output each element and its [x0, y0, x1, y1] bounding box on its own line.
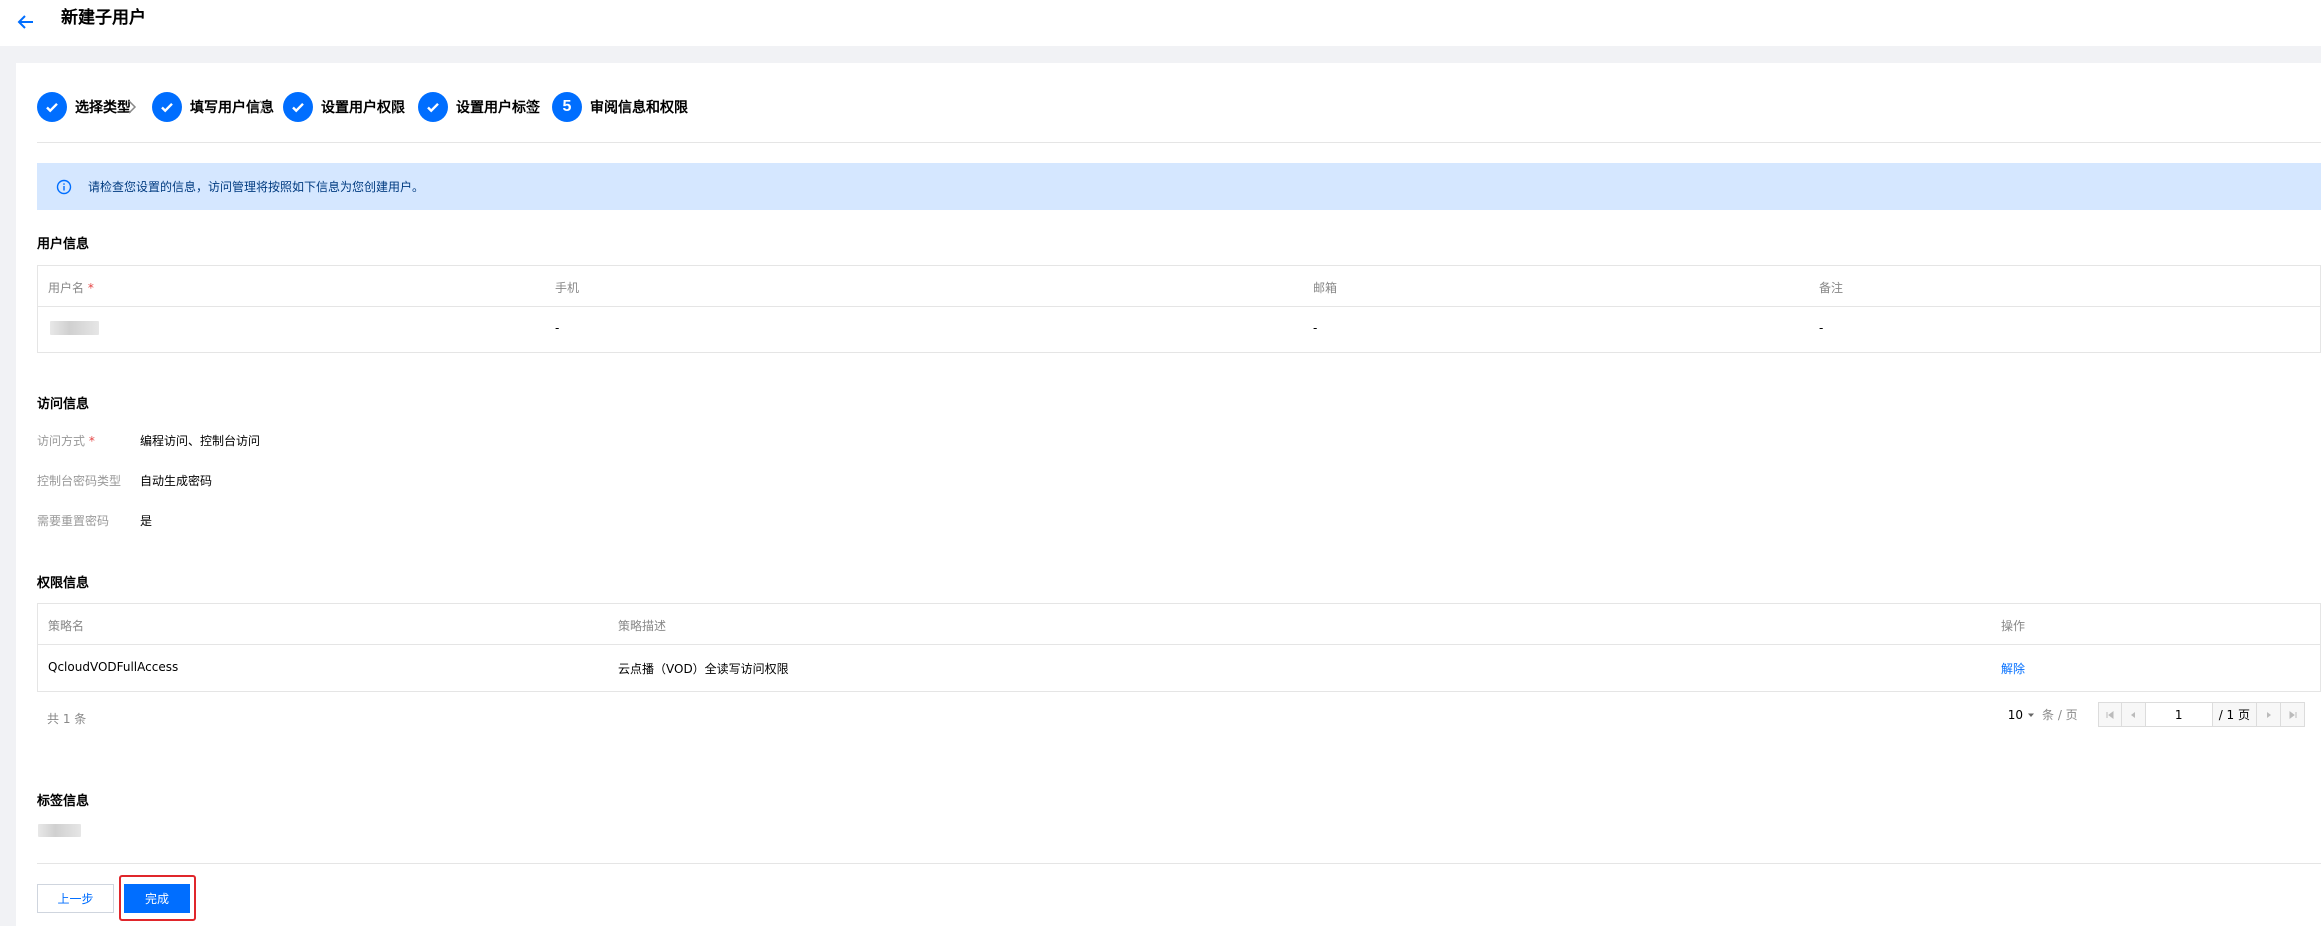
step-review: 5 审阅信息和权限: [552, 92, 688, 122]
main-card: 选择类型 填写用户信息 设置用户权限 设置用户标签 5 审阅信息和权限 请检查您…: [16, 63, 2321, 926]
total-pages: / 1 页: [2211, 702, 2257, 727]
chevron-right-icon: [392, 100, 401, 114]
info-icon: [56, 179, 72, 194]
column-header: 邮箱: [1313, 281, 1338, 295]
page-number-input[interactable]: [2145, 702, 2212, 727]
caret-down-icon: [2028, 713, 2034, 717]
first-page-icon: [2106, 710, 2114, 719]
column-header: 策略名: [48, 619, 85, 633]
arrow-left-icon[interactable]: [14, 10, 38, 34]
step-select-type: 选择类型: [37, 92, 131, 122]
table-header: 用户名 * 手机 邮箱 备注: [38, 266, 2320, 307]
page-size-unit: 条 / 页: [2042, 708, 2078, 722]
top-bar: 新建子用户: [0, 0, 2321, 46]
info-alert: 请检查您设置的信息，访问管理将按照如下信息为您创建用户。: [37, 163, 2321, 210]
last-page-button[interactable]: [2281, 702, 2305, 727]
column-header: 用户名 *: [48, 281, 94, 295]
policy-name: QcloudVODFullAccess: [48, 660, 179, 674]
password-type-label: 控制台密码类型: [37, 474, 122, 488]
check-icon: [152, 92, 182, 122]
column-header: 备注: [1819, 281, 1844, 295]
check-icon: [37, 92, 67, 122]
remark-value: -: [1819, 321, 1824, 335]
alert-text: 请检查您设置的信息，访问管理将按照如下信息为您创建用户。: [88, 180, 425, 194]
step-label: 审阅信息和权限: [590, 100, 688, 116]
next-page-button[interactable]: [2257, 702, 2281, 727]
section-title-permission-info: 权限信息: [37, 576, 90, 591]
user-info-table: 用户名 * 手机 邮箱 备注 - - -: [37, 265, 2321, 353]
next-page-icon: [2266, 711, 2271, 718]
column-header: 策略描述: [618, 619, 667, 633]
column-header: 手机: [555, 281, 580, 295]
reset-password-label: 需要重置密码: [37, 514, 110, 528]
first-page-button[interactable]: [2097, 702, 2122, 727]
divider: [37, 863, 2321, 864]
table-header: 策略名 策略描述 操作: [38, 604, 2320, 645]
section-title-tag-info: 标签信息: [37, 794, 90, 809]
total-count: 共 1 条: [47, 712, 87, 726]
chevron-right-icon: [128, 100, 137, 114]
table-row: QcloudVODFullAccess 云点播（VOD）全读写访问权限 解除: [38, 645, 2320, 692]
section-title-access-info: 访问信息: [37, 397, 90, 412]
step-number: 5: [552, 92, 582, 122]
previous-step-button[interactable]: 上一步: [37, 884, 114, 913]
policy-description: 云点播（VOD）全读写访问权限: [618, 662, 789, 676]
prev-page-icon: [2131, 711, 2136, 718]
section-title-user-info: 用户信息: [37, 237, 90, 252]
access-method-label: 访问方式 *: [37, 434, 95, 448]
detach-policy-link[interactable]: 解除: [2001, 660, 2025, 677]
phone-value: -: [555, 321, 560, 335]
page-size-select[interactable]: 10: [2008, 708, 2036, 722]
check-icon: [418, 92, 448, 122]
column-header: 操作: [2001, 619, 2026, 633]
policy-table: 策略名 策略描述 操作 QcloudVODFullAccess 云点播（VOD）…: [37, 603, 2321, 692]
email-value: -: [1313, 321, 1318, 335]
done-button[interactable]: 完成: [124, 884, 190, 913]
chevron-right-icon: [527, 100, 536, 114]
check-icon: [283, 92, 313, 122]
chevron-right-icon: [259, 100, 268, 114]
redacted-username: [50, 321, 99, 335]
divider: [37, 142, 2321, 143]
table-row: - - -: [38, 307, 2320, 353]
password-type-value: 自动生成密码: [140, 474, 213, 488]
reset-password-value: 是: [140, 514, 153, 528]
pagination: 10 条 / 页 / 1 页: [2008, 702, 2305, 727]
redacted-tag: [38, 824, 81, 837]
page-title: 新建子用户: [61, 8, 146, 28]
last-page-icon: [2289, 710, 2296, 719]
prev-page-button[interactable]: [2121, 702, 2146, 727]
access-method-value: 编程访问、控制台访问: [140, 434, 261, 448]
